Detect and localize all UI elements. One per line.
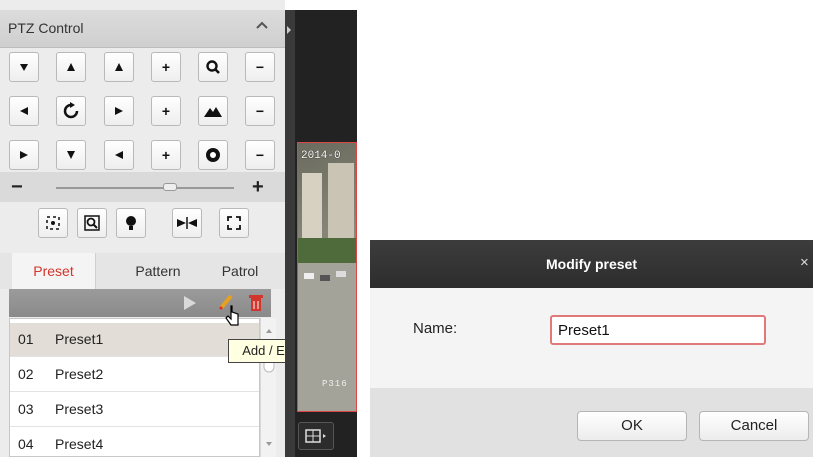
video-timestamp: 2014-0 bbox=[301, 150, 341, 162]
preset-name: Preset3 bbox=[55, 401, 104, 417]
speed-decrease-button[interactable]: − bbox=[11, 176, 23, 199]
zoom-in-button[interactable]: + bbox=[151, 52, 181, 82]
list-item[interactable]: 02 Preset2 bbox=[10, 358, 259, 392]
magnifier-icon[interactable] bbox=[198, 52, 228, 82]
preset-name: Preset4 bbox=[55, 436, 104, 452]
tilt-up-button[interactable] bbox=[56, 52, 86, 82]
iris-open-button[interactable]: + bbox=[151, 140, 181, 170]
cancel-button[interactable]: Cancel bbox=[699, 411, 809, 441]
preset-number: 03 bbox=[18, 401, 34, 417]
chevron-up-icon[interactable] bbox=[256, 17, 268, 35]
rotate-icon[interactable] bbox=[56, 96, 86, 126]
focus-near-button[interactable]: + bbox=[151, 96, 181, 126]
pan-left-button[interactable] bbox=[9, 96, 39, 126]
preset-name: Preset1 bbox=[55, 331, 104, 347]
ptz-title: PTZ Control bbox=[8, 20, 84, 36]
video-camera-label: P316 bbox=[322, 379, 348, 389]
call-preset-icon[interactable] bbox=[183, 295, 197, 314]
pan-right-button[interactable] bbox=[104, 96, 134, 126]
light-icon[interactable] bbox=[116, 208, 146, 238]
speed-slider-track[interactable] bbox=[56, 187, 234, 189]
delete-preset-icon[interactable] bbox=[249, 294, 263, 315]
name-label: Name: bbox=[413, 320, 458, 337]
list-item[interactable]: 01 Preset1 bbox=[10, 323, 259, 357]
pan-down-right-button[interactable] bbox=[104, 140, 134, 170]
list-item[interactable]: 04 Preset4 bbox=[10, 428, 259, 456]
video-feed[interactable] bbox=[297, 142, 357, 412]
preset-name-input[interactable] bbox=[550, 315, 766, 345]
focus-3d-icon[interactable] bbox=[38, 208, 68, 238]
tab-preset[interactable]: Preset bbox=[12, 253, 96, 289]
fullscreen-icon[interactable] bbox=[219, 208, 249, 238]
panel-splitter[interactable] bbox=[285, 10, 295, 457]
wiper-icon[interactable] bbox=[172, 208, 202, 238]
tab-patrol[interactable]: Patrol bbox=[200, 253, 280, 289]
tilt-down-button[interactable] bbox=[56, 140, 86, 170]
dialog-title: Modify preset bbox=[545, 256, 637, 272]
speed-slider-handle[interactable] bbox=[162, 183, 177, 191]
zoom-area-icon[interactable] bbox=[77, 208, 107, 238]
pan-down-left-button-2[interactable] bbox=[9, 140, 39, 170]
preset-number: 01 bbox=[18, 331, 34, 347]
mountain-icon[interactable] bbox=[198, 96, 228, 126]
close-icon[interactable]: × bbox=[800, 254, 809, 271]
preset-number: 04 bbox=[18, 436, 34, 452]
mouse-cursor-icon bbox=[224, 305, 242, 332]
list-item[interactable]: 03 Preset3 bbox=[10, 393, 259, 427]
tab-pattern[interactable]: Pattern bbox=[118, 253, 198, 289]
speed-increase-button[interactable]: + bbox=[252, 176, 264, 199]
window-layout-icon[interactable] bbox=[298, 422, 334, 450]
focus-far-button[interactable]: − bbox=[245, 96, 275, 126]
iris-close-button[interactable]: − bbox=[245, 140, 275, 170]
preset-name: Preset2 bbox=[55, 366, 104, 382]
preset-number: 02 bbox=[18, 366, 34, 382]
iris-icon[interactable] bbox=[198, 140, 228, 170]
preset-list: 01 Preset1 02 Preset2 03 Preset3 04 Pres… bbox=[9, 318, 260, 457]
zoom-out-button[interactable]: − bbox=[245, 52, 275, 82]
ok-button[interactable]: OK bbox=[577, 411, 687, 441]
pan-up-right-button[interactable] bbox=[104, 52, 134, 82]
pan-down-left-button[interactable] bbox=[9, 52, 39, 82]
